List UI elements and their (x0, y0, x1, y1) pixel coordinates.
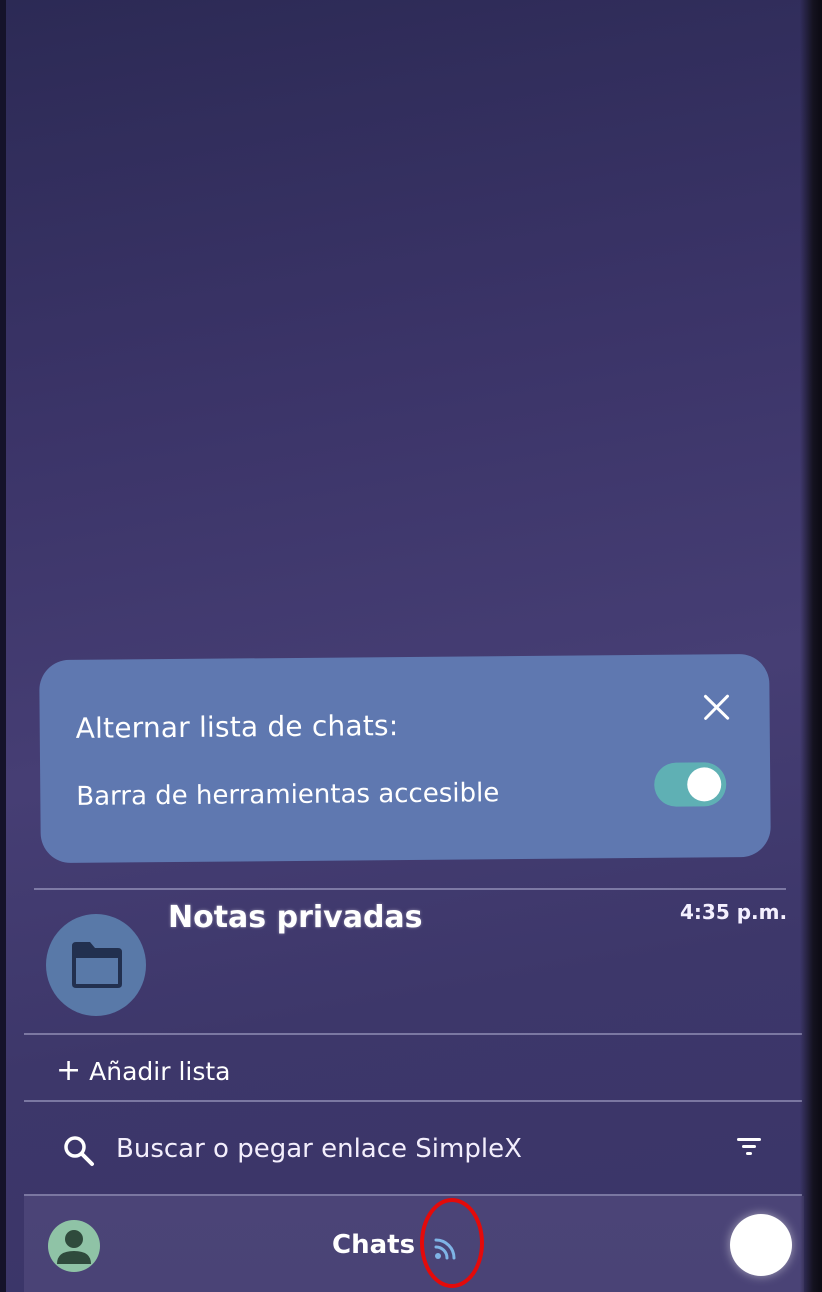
accessible-toolbar-label: Barra de herramientas accesible (76, 778, 500, 812)
divider (24, 1033, 802, 1035)
avatar (46, 914, 146, 1016)
filter-icon[interactable] (736, 1136, 762, 1158)
add-list-button[interactable]: + Añadir lista (56, 1056, 231, 1086)
folder-icon (72, 942, 122, 988)
chat-time: 4:35 p.m. (680, 900, 788, 924)
new-chat-button[interactable] (730, 1214, 792, 1276)
accessible-toolbar-toggle[interactable] (654, 762, 727, 807)
phone-bezel-right (800, 0, 822, 1292)
add-list-label: Añadir lista (89, 1056, 231, 1086)
divider (34, 888, 786, 890)
close-icon[interactable] (701, 692, 731, 722)
plus-icon: + (56, 1053, 82, 1088)
divider (24, 1100, 802, 1102)
search-icon (64, 1136, 94, 1166)
screen: Alternar lista de chats: Barra de herram… (0, 0, 822, 1292)
chat-name: Notas privadas (168, 900, 423, 935)
person-icon[interactable] (48, 1220, 100, 1272)
phone-bezel-left (0, 0, 6, 1292)
toggle-knob (687, 767, 722, 802)
search-input[interactable]: Buscar o pegar enlace SimpleX (116, 1134, 522, 1164)
toolbar-title: Chats (332, 1230, 416, 1260)
tip-title: Alternar lista de chats: (75, 709, 399, 745)
toolbar-tip-card: Alternar lista de chats: Barra de herram… (39, 653, 771, 864)
red-highlight-ellipse (420, 1198, 484, 1288)
